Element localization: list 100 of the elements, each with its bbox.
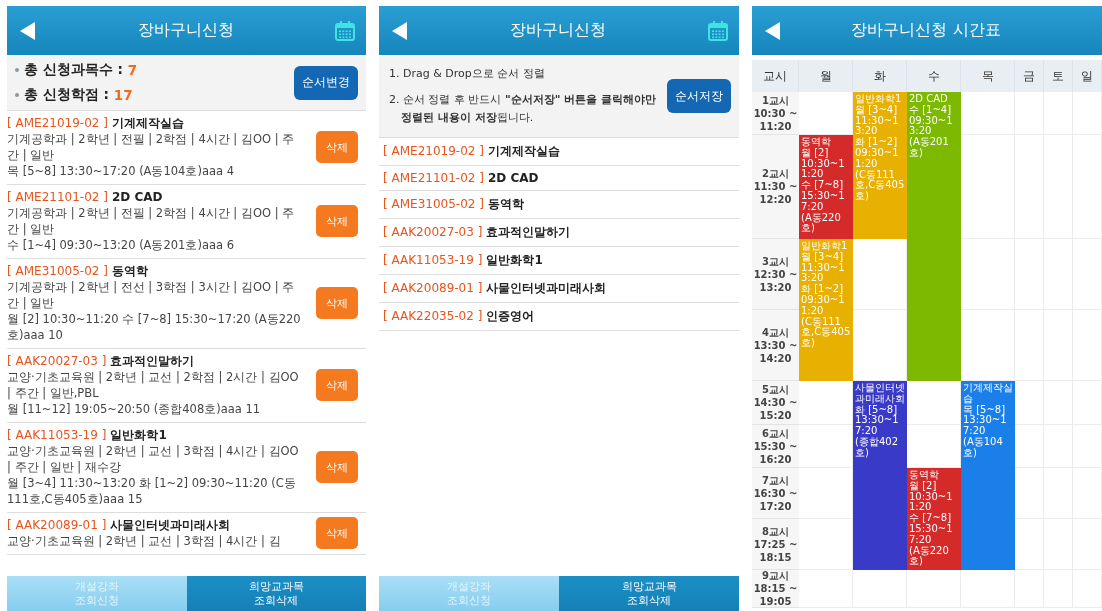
class-block[interactable]: 2D CAD 수 [1~4] 09:30~13:20 (A동201호): [907, 92, 961, 381]
course-title: 사물인터넷과미래사회: [486, 280, 607, 297]
course-title: 기계제작실습: [111, 115, 184, 131]
back-icon[interactable]: [764, 20, 782, 41]
period-time: 12:30 ~ 13:20: [753, 267, 798, 294]
delete-button[interactable]: 삭제: [316, 287, 358, 319]
period-time: 17:25 ~ 18:15: [753, 537, 798, 564]
course-info: 교양·기초교육원 | 2학년 | 교선 | 3학점 | 4시간 | 김: [7, 533, 282, 549]
course-row[interactable]: [ AME31005-02 ] 동역학: [379, 191, 739, 219]
course-code: [ AME31005-02 ]: [383, 197, 484, 211]
period-time: 13:30 ~ 14:20: [753, 338, 798, 365]
period-label: 4교시: [762, 325, 789, 339]
header-title: 장바구니신청 시간표: [851, 20, 1001, 41]
period-time: 14:30 ~ 15:20: [753, 396, 798, 422]
change-order-button[interactable]: 순서변경: [294, 65, 358, 100]
delete-button[interactable]: 삭제: [316, 369, 358, 401]
day-header: 금: [1015, 60, 1044, 92]
class-info: 기계제작실습 목 [5~8] 13:30~17:20 (A동104호): [963, 383, 1013, 459]
calendar-icon[interactable]: [707, 19, 729, 42]
class-info: 사물인터넷과미래사회 화 [5~8] 13:30~17:20 (종합402호): [855, 383, 905, 459]
course-info: 기계공학과 | 2학년 | 전필 | 2학점 | 4시간 | 김OO | 주간 | 일반: [7, 205, 296, 237]
timetable-cell: [1073, 92, 1102, 135]
timetable-cell: [1015, 570, 1044, 608]
course-code: [ AAK20089-01 ]: [383, 281, 483, 295]
timetable-cell: [1015, 310, 1044, 381]
period-time: 16:30 ~ 17:20: [753, 486, 798, 513]
period-label: 7교시: [762, 473, 789, 487]
day-header: 화: [853, 60, 907, 92]
summary-label: 총 신청학점 :: [24, 86, 109, 104]
delete-button[interactable]: 삭제: [316, 131, 358, 163]
period-label: 1교시: [762, 93, 789, 107]
class-info: 일반화학1 월 [3~4] 11:30~13:20 화 [1~2] 09:30~11:20 (C동111호,C동405호): [855, 94, 905, 202]
back-icon[interactable]: [19, 20, 37, 41]
header-title: 장바구니신청: [137, 20, 234, 41]
period-time: 10:30 ~ 11:20: [753, 106, 798, 133]
course-code: [ AAK20089-01 ]: [7, 517, 107, 533]
class-info: 일반화학1 월 [3~4] 11:30~13:20 화 [1~2] 09:30~11:20 (C동111호,C동405호): [801, 241, 851, 349]
course-code: [ AME31005-02 ]: [7, 263, 108, 279]
bottom-tab[interactable]: 희망교과목 조회삭제: [559, 576, 739, 611]
timetable-cell: [1015, 92, 1044, 135]
period-label: 5교시: [762, 383, 789, 396]
course-info: 교양·기초교육원 | 2학년 | 교선 | 3학점 | 4시간 | 김OO | 주간 | 일반 | 재수강: [7, 443, 300, 475]
course-code: [ AME21019-02 ]: [383, 144, 484, 158]
course-title: 일반화학1: [110, 427, 167, 443]
summary-label: 총 신청과목수 :: [24, 61, 123, 79]
course-row[interactable]: [ AME21019-02 ] 기계제작실습: [379, 138, 739, 166]
course-schedule: 수 [1~4] 09:30~13:20 (A동201호)aaa 6: [7, 237, 236, 253]
course-code: [ AAK11053-19 ]: [383, 253, 483, 267]
day-header: 일: [1073, 60, 1102, 92]
course-row[interactable]: [ AAK20089-01 ] 사물인터넷과미래사회: [379, 275, 739, 303]
course-title: 효과적인말하기: [486, 224, 571, 241]
period-label: 2교시: [762, 167, 789, 180]
period-label: 6교시: [762, 426, 789, 440]
save-order-button[interactable]: 순서저장: [667, 79, 731, 113]
day-header: 목: [961, 60, 1015, 92]
course-title: 동역학: [487, 196, 524, 213]
instruction-text: 1. Drag & Drop으로 순서 정렬: [389, 66, 546, 82]
course-code: [ AAK20027-03 ]: [383, 225, 483, 239]
course-code: [ AME21019-02 ]: [7, 115, 108, 131]
course-info: 기계공학과 | 2학년 | 전필 | 2학점 | 4시간 | 김OO | 주간 | 일반: [7, 131, 296, 163]
day-header: 수: [907, 60, 961, 92]
class-info: 2D CAD 수 [1~4] 09:30~13:20 (A동201호): [909, 94, 954, 159]
class-block[interactable]: 사물인터넷과미래사회 화 [5~8] 13:30~17:20 (종합402호): [853, 381, 907, 570]
period-time: 11:30 ~ 12:20: [753, 180, 798, 206]
back-icon[interactable]: [391, 20, 409, 41]
course-code: [ AAK11053-19 ]: [7, 427, 107, 443]
course-row[interactable]: [ AAK20027-03 ] 효과적인말하기: [379, 219, 739, 247]
course-code: [ AAK22035-02 ]: [383, 309, 483, 323]
course-title: 효과적인말하기: [110, 353, 195, 369]
bullet-dot: [15, 93, 19, 97]
course-title: 기계제작실습: [487, 143, 560, 160]
course-title: 일반화학1: [486, 252, 543, 269]
course-title: 2D CAD: [111, 189, 163, 205]
course-row[interactable]: [ AAK11053-19 ] 일반화학1: [379, 247, 739, 275]
period-time: 15:30 ~ 16:20: [753, 439, 798, 466]
course-schedule: 월 [2] 10:30~11:20 수 [7~8] 15:30~17:20 (A동220호)aaa 10: [7, 311, 302, 343]
bottom-tab[interactable]: 희망교과목 조회삭제: [186, 576, 366, 611]
period-label: 9교시: [762, 569, 789, 582]
class-block[interactable]: 동역학 월 [2] 10:30~11:20 수 [7~8] 15:30~17:20 (A동220호): [799, 135, 853, 239]
course-schedule: 목 [5~8] 13:30~17:20 (A동104호)aaa 4: [7, 163, 236, 179]
course-title: 사물인터넷과미래사회: [110, 517, 231, 533]
course-code: [ AME21101-02 ]: [383, 171, 484, 185]
class-block[interactable]: 동역학 월 [2] 10:30~11:20 수 [7~8] 15:30~17:20 (A동220호): [907, 468, 961, 570]
course-row[interactable]: [ AAK22035-02 ] 인증영어: [379, 303, 739, 331]
delete-button[interactable]: 삭제: [316, 451, 358, 483]
timetable-cell: [1044, 92, 1073, 135]
delete-button[interactable]: 삭제: [316, 205, 358, 237]
period-label: 8교시: [762, 524, 789, 538]
course-row[interactable]: [ AME21101-02 ] 2D CAD: [379, 166, 739, 191]
course-info: 교양·기초교육원 | 2학년 | 교선 | 2학점 | 2시간 | 김OO | 주간 | 일반,PBL: [7, 369, 300, 401]
summary-value: 17: [113, 87, 133, 103]
class-block[interactable]: 기계제작실습 목 [5~8] 13:30~17:20 (A동104호): [961, 381, 1015, 570]
day-header: 월: [799, 60, 853, 92]
period-label: 3교시: [762, 254, 789, 268]
calendar-icon[interactable]: [334, 19, 356, 42]
course-title: 인증영어: [486, 308, 535, 325]
course-title: 2D CAD: [487, 171, 539, 185]
course-schedule: 월 [3~4] 11:30~13:20 화 [1~2] 09:30~11:20 (C동111호,C동405호)aaa 15: [7, 475, 297, 507]
delete-button[interactable]: 삭제: [316, 517, 358, 549]
day-header: 토: [1044, 60, 1073, 92]
